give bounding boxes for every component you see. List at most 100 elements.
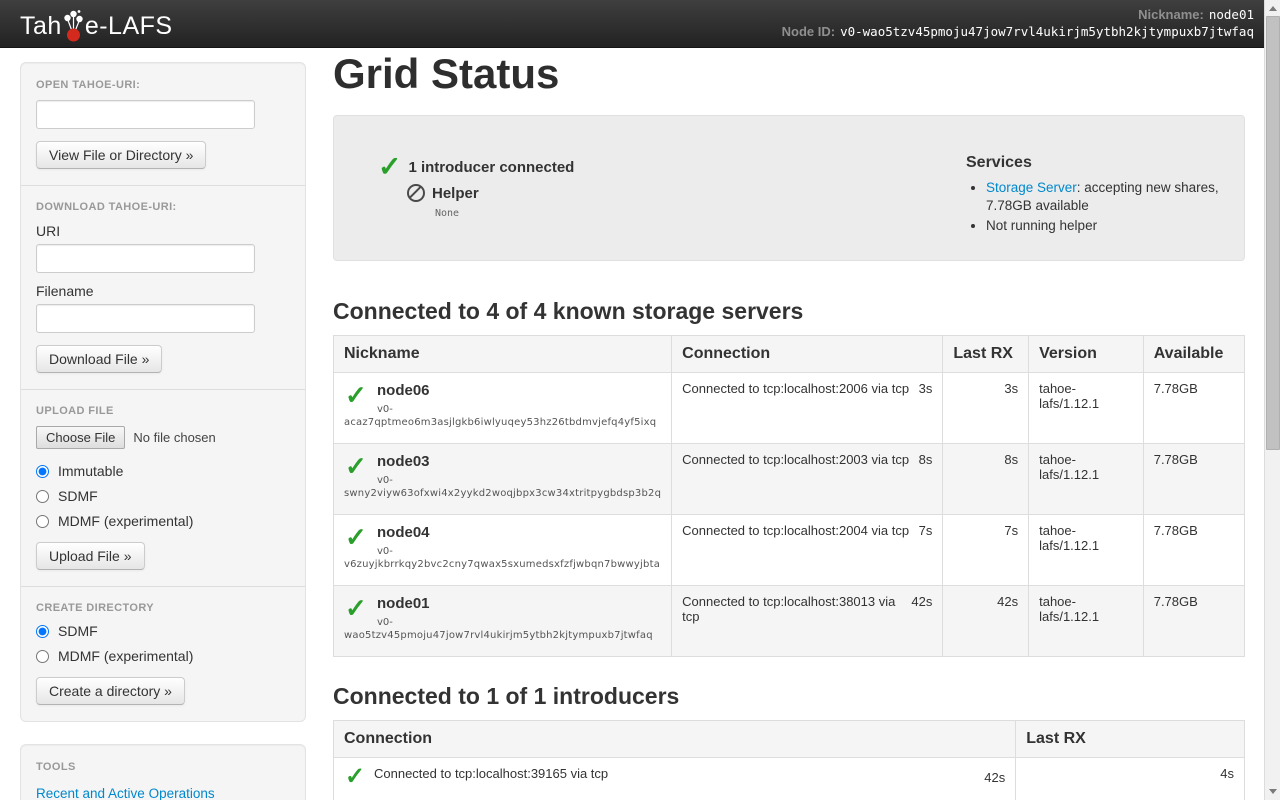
status-column: ✓ 1 introducer connected Helper None xyxy=(378,154,574,219)
col-header-last-rx: Last RX xyxy=(943,336,1029,373)
mdmf-radio-label: MDMF (experimental) xyxy=(58,513,193,529)
dir-sdmf-radio[interactable] xyxy=(36,625,49,638)
server-node-id: v0-v6zuyjkbrrkqy2bvc2cny7qwax5sxumedsxfz… xyxy=(344,545,661,571)
upload-file-button[interactable]: Upload File » xyxy=(36,542,145,570)
upload-format-mdmf[interactable]: MDMF (experimental) xyxy=(36,513,290,529)
connected-check-icon: ✓ xyxy=(345,383,367,407)
scrollbar-up-arrow[interactable] xyxy=(1269,6,1277,11)
recent-operations-link[interactable]: Recent and Active Operations xyxy=(36,786,215,800)
storage-server-row: ✓ node04 v0-v6zuyjkbrrkqy2bvc2cny7qwax5s… xyxy=(334,515,1245,586)
connected-check-icon: ✓ xyxy=(345,525,367,549)
storage-server-link[interactable]: Storage Server xyxy=(986,180,1077,195)
upload-format-immutable[interactable]: Immutable xyxy=(36,463,290,479)
server-nickname: node03 xyxy=(377,452,661,471)
tahoe-lafs-logo[interactable]: Tah e-LAFS xyxy=(20,7,173,41)
immutable-radio-label: Immutable xyxy=(58,463,123,479)
last-rx-value: 7s xyxy=(943,515,1029,586)
node-id-value: v0-wao5tzv45pmoju47jow7rvl4ukirjm5ytbh2k… xyxy=(840,24,1254,39)
introducers-table-header-row: Connection Last RX xyxy=(334,721,1245,758)
upload-format-sdmf[interactable]: SDMF xyxy=(36,488,290,504)
services-column: Services Storage Server: accepting new s… xyxy=(966,154,1254,237)
open-uri-label: OPEN TAHOE-URI: xyxy=(36,79,290,91)
connection-age: 42s xyxy=(984,770,1005,785)
storage-servers-section-title: Connected to 4 of 4 known storage server… xyxy=(333,298,1245,325)
connection-text: Connected to tcp:localhost:2004 via tcp xyxy=(682,523,909,538)
server-node-id: v0-swny2viyw63ofxwi4x2yykd2woqjbpx3cw34x… xyxy=(344,474,661,500)
dir-format-sdmf[interactable]: SDMF xyxy=(36,623,290,639)
grid-summary-well: ✓ 1 introducer connected Helper None Ser… xyxy=(333,115,1245,261)
sdmf-radio[interactable] xyxy=(36,490,49,503)
choose-file-button[interactable]: Choose File xyxy=(36,426,125,449)
node-id-line: Node ID:v0-wao5tzv45pmoju47jow7rvl4ukirj… xyxy=(782,23,1254,40)
download-file-button[interactable]: Download File » xyxy=(36,345,162,373)
connection-text: Connected to tcp:localhost:38013 via tcp xyxy=(682,594,895,624)
dir-sdmf-radio-label: SDMF xyxy=(58,623,98,639)
create-directory-button[interactable]: Create a directory » xyxy=(36,677,185,705)
available-value: 7.78GB xyxy=(1143,586,1244,657)
connection-age: 7s xyxy=(919,523,933,538)
available-value: 7.78GB xyxy=(1143,444,1244,515)
scrollbar-thumb[interactable] xyxy=(1266,16,1280,450)
connection-age: 42s xyxy=(911,594,932,609)
connection-text: Connected to tcp:localhost:2006 via tcp xyxy=(682,381,909,396)
sidebar-divider xyxy=(21,185,305,186)
connection-age: 8s xyxy=(919,452,933,467)
vertical-scrollbar[interactable] xyxy=(1264,0,1280,800)
introducer-status-row: ✓ 1 introducer connected xyxy=(378,154,574,180)
nickname-label: Nickname: xyxy=(1138,7,1204,22)
connected-check-icon: ✓ xyxy=(345,454,367,478)
download-uri-label: DOWNLOAD TAHOE-URI: xyxy=(36,201,290,213)
view-file-button[interactable]: View File or Directory » xyxy=(36,141,206,169)
introducers-table: Connection Last RX ✓ 42s Connected to tc… xyxy=(333,720,1245,800)
last-rx-value: 3s xyxy=(943,373,1029,444)
services-list: Storage Server: accepting new shares, 7.… xyxy=(986,179,1254,235)
introducers-section-title: Connected to 1 of 1 introducers xyxy=(333,683,1245,710)
immutable-radio[interactable] xyxy=(36,465,49,478)
col-header-nickname: Nickname xyxy=(334,336,672,373)
connected-check-icon: ✓ xyxy=(345,596,367,620)
filename-input[interactable] xyxy=(36,304,255,333)
uri-field-label: URI xyxy=(36,223,290,239)
version-value: tahoe-lafs/1.12.1 xyxy=(1029,444,1144,515)
col-header-last-rx: Last RX xyxy=(1016,721,1245,758)
server-nickname: node01 xyxy=(377,594,661,613)
filename-field-label: Filename xyxy=(36,283,290,299)
connection-text: Connected to tcp:localhost:2003 via tcp xyxy=(682,452,909,467)
col-header-connection: Connection xyxy=(672,336,943,373)
dir-format-mdmf[interactable]: MDMF (experimental) xyxy=(36,648,290,664)
storage-server-item: Storage Server: accepting new shares, 7.… xyxy=(986,179,1254,215)
open-uri-input[interactable] xyxy=(36,100,255,129)
storage-table-header-row: Nickname Connection Last RX Version Avai… xyxy=(334,336,1245,373)
available-value: 7.78GB xyxy=(1143,515,1244,586)
tahoe-tree-icon xyxy=(63,7,84,43)
last-rx-value: 42s xyxy=(943,586,1029,657)
upload-file-label: UPLOAD FILE xyxy=(36,405,290,417)
nickname-value: node01 xyxy=(1209,7,1254,22)
available-value: 7.78GB xyxy=(1143,373,1244,444)
logo-text-post: e-LAFS xyxy=(85,12,173,41)
sidebar-forms-box: OPEN TAHOE-URI: View File or Directory »… xyxy=(20,62,306,722)
download-uri-input[interactable] xyxy=(36,244,255,273)
server-node-id: v0-acaz7qptmeo6m3asjlgkb6iwlyuqey53hz26t… xyxy=(344,403,661,429)
sidebar-divider xyxy=(21,586,305,587)
scrollbar-down-arrow[interactable] xyxy=(1269,789,1277,794)
storage-servers-table: Nickname Connection Last RX Version Avai… xyxy=(333,335,1245,657)
helper-label: Helper xyxy=(432,185,479,202)
logo-text-pre: Tah xyxy=(20,12,62,41)
nickname-line: Nickname: node01 xyxy=(782,6,1254,23)
dir-mdmf-radio[interactable] xyxy=(36,650,49,663)
col-header-available: Available xyxy=(1143,336,1244,373)
server-nickname: node04 xyxy=(377,523,661,542)
storage-server-row: ✓ node03 v0-swny2viyw63ofxwi4x2yykd2woqj… xyxy=(334,444,1245,515)
not-connected-icon xyxy=(407,184,425,202)
tools-box: TOOLS Recent and Active Operations xyxy=(20,744,306,800)
tools-label: TOOLS xyxy=(36,761,290,773)
sdmf-radio-label: SDMF xyxy=(58,488,98,504)
connected-check-icon: ✓ xyxy=(345,766,365,788)
introducer-status-text: 1 introducer connected xyxy=(408,159,574,176)
connection-text: Connected to tcp:localhost:39165 via tcp xyxy=(374,766,608,781)
helper-service-item: Not running helper xyxy=(986,217,1254,235)
version-value: tahoe-lafs/1.12.1 xyxy=(1029,515,1144,586)
mdmf-radio[interactable] xyxy=(36,515,49,528)
dir-mdmf-radio-label: MDMF (experimental) xyxy=(58,648,193,664)
